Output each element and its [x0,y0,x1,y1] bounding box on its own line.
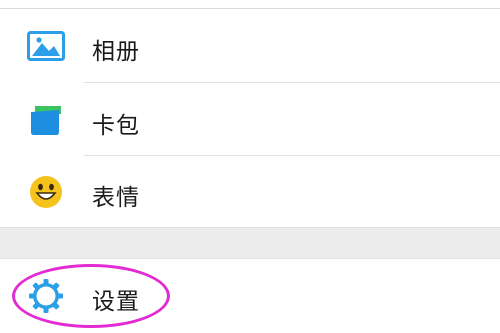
card-wallet-icon [26,100,66,140]
menu-item-label: 相册 [92,39,140,65]
menu-item-card-wallet[interactable]: 卡包 [0,84,500,156]
album-icon [26,26,66,66]
settings-gear-icon [26,276,66,316]
menu-item-settings[interactable]: 设置 [0,260,500,333]
menu-item-label: 表情 [92,185,140,211]
menu-item-sticker[interactable]: 表情 [0,156,500,228]
row-divider [84,82,500,83]
group-gap [0,228,500,258]
sticker-smile-icon [26,172,66,212]
wechat-me-menu-screen: 相册 卡包 表情 设置 [0,0,500,333]
menu-item-label: 卡包 [92,113,140,139]
top-divider [0,8,500,9]
menu-item-album[interactable]: 相册 [0,10,500,82]
menu-item-label: 设置 [92,289,140,315]
group-separator-line [0,258,500,259]
